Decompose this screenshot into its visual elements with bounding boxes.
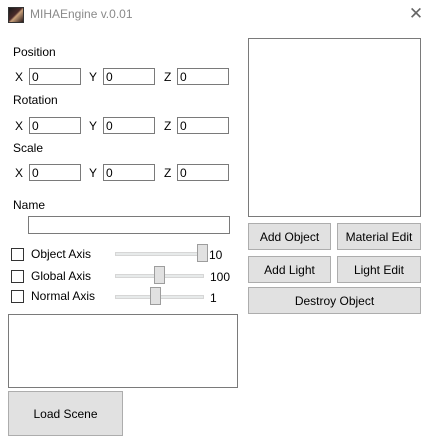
position-label: Position (13, 45, 56, 59)
position-y-label: Y (89, 70, 98, 84)
rotation-x-label: X (15, 119, 24, 133)
scale-x-label: X (15, 166, 24, 180)
object-axis-slider-thumb[interactable] (197, 244, 208, 262)
destroy-object-button[interactable]: Destroy Object (248, 287, 421, 314)
global-axis-checkbox[interactable] (11, 270, 24, 283)
scale-y-input[interactable] (103, 164, 155, 181)
normal-axis-value: 1 (210, 291, 217, 305)
light-edit-button[interactable]: Light Edit (337, 256, 421, 283)
rotation-x-input[interactable] (29, 117, 81, 134)
close-icon[interactable]: ✕ (404, 3, 428, 25)
load-scene-button[interactable]: Load Scene (8, 391, 123, 436)
name-label: Name (13, 198, 46, 212)
position-x-label: X (15, 70, 24, 84)
object-axis-value: 10 (209, 248, 223, 262)
scale-y-label: Y (89, 166, 98, 180)
name-input[interactable] (28, 216, 230, 234)
scale-label: Scale (13, 141, 44, 155)
normal-axis-slider-thumb[interactable] (150, 287, 162, 305)
rotation-y-label: Y (89, 119, 98, 133)
object-axis-checkbox[interactable] (11, 248, 24, 261)
rotation-label: Rotation (13, 93, 58, 107)
position-x-input[interactable] (29, 68, 81, 85)
scale-z-label: Z (164, 166, 172, 180)
normal-axis-label: Normal Axis (31, 289, 96, 303)
position-y-input[interactable] (103, 68, 155, 85)
output-textarea[interactable] (8, 314, 238, 388)
position-z-input[interactable] (177, 68, 229, 85)
window-title: MIHAEngine v.0.01 (30, 7, 133, 21)
app-portrait-icon (8, 7, 24, 23)
object-axis-label: Object Axis (31, 247, 92, 261)
rotation-y-input[interactable] (103, 117, 155, 134)
rotation-z-input[interactable] (177, 117, 229, 134)
object-preview-panel (248, 38, 421, 217)
scale-x-input[interactable] (29, 164, 81, 181)
global-axis-label: Global Axis (31, 269, 92, 283)
global-axis-slider-thumb[interactable] (154, 266, 165, 284)
material-edit-button[interactable]: Material Edit (337, 223, 421, 250)
normal-axis-checkbox[interactable] (11, 290, 24, 303)
position-z-label: Z (164, 70, 172, 84)
global-axis-value: 100 (210, 270, 231, 284)
object-axis-slider-track[interactable] (115, 252, 208, 256)
rotation-z-label: Z (164, 119, 172, 133)
scale-z-input[interactable] (177, 164, 229, 181)
add-light-button[interactable]: Add Light (248, 256, 331, 283)
add-object-button[interactable]: Add Object (248, 223, 331, 250)
